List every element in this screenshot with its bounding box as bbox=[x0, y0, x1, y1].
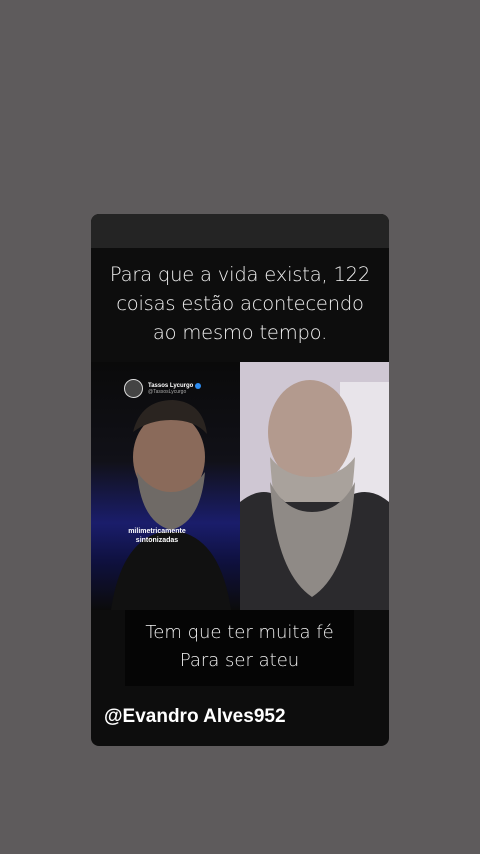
right-video-panel bbox=[240, 362, 389, 610]
creator-tag: Tassos Lycurgo @TassosLycurgo bbox=[124, 379, 202, 398]
creator-avatar bbox=[124, 379, 143, 398]
headline-text: Para que a vida exista, 122 coisas estão… bbox=[91, 260, 389, 347]
headline-line-3: ao mesmo tempo. bbox=[152, 321, 328, 344]
verified-icon bbox=[195, 382, 202, 389]
subtitle-box: Tem que ter muita fé Para ser ateu bbox=[125, 610, 354, 686]
split-video-frame[interactable]: Tassos Lycurgo @TassosLycurgo milimetric… bbox=[91, 362, 389, 610]
video-caption: milimetricamente sintonizadas bbox=[115, 527, 199, 545]
story-card[interactable]: Para que a vida exista, 122 coisas estão… bbox=[91, 214, 389, 746]
caption-line-2: sintonizadas bbox=[135, 537, 179, 544]
creator-handle: @TassosLycurgo bbox=[148, 388, 187, 395]
subtitle-line-2: Para ser ateu bbox=[179, 650, 300, 671]
caption-line-1: milimetricamente bbox=[128, 528, 186, 535]
subtitle-line-1: Tem que ter muita fé bbox=[145, 622, 334, 643]
headline-line-1: Para que a vida exista, 122 bbox=[109, 263, 371, 286]
left-video-panel: Tassos Lycurgo @TassosLycurgo milimetric… bbox=[91, 362, 240, 610]
card-top-bar bbox=[91, 214, 389, 248]
left-speaker-image bbox=[111, 400, 231, 610]
headline-line-2: coisas estão acontecendo bbox=[116, 292, 364, 315]
watermark-handle: @Evandro Alves952 bbox=[104, 706, 286, 727]
right-speaker-image bbox=[240, 362, 389, 610]
creator-name: Tassos Lycurgo bbox=[148, 382, 194, 389]
